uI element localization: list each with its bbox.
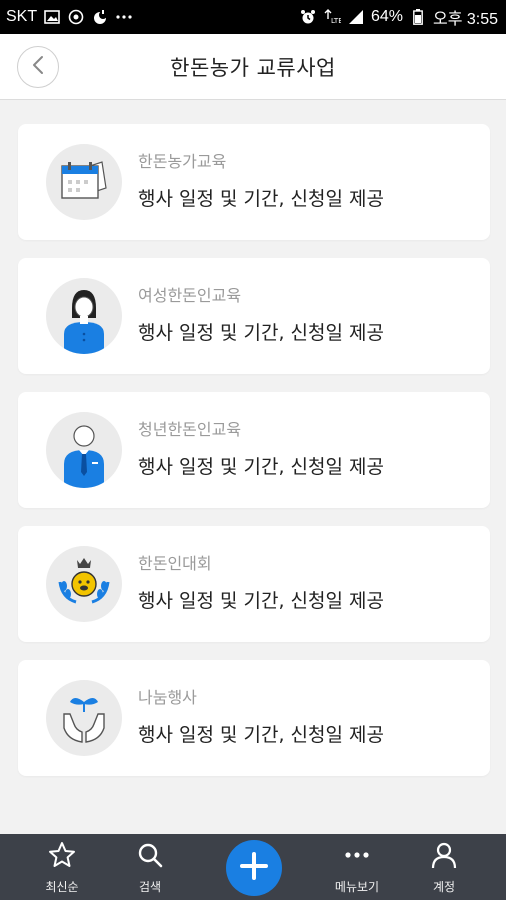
add-button[interactable]: [226, 840, 282, 896]
nav-latest[interactable]: 최신순: [32, 834, 92, 900]
back-button[interactable]: [17, 46, 59, 88]
card-title: 청년한돈인교육: [138, 420, 242, 439]
chevron-left-icon: [31, 55, 45, 79]
location-icon: [67, 8, 85, 26]
more-dots-icon: [115, 8, 133, 26]
nav-label: 계정: [432, 880, 456, 894]
card-title: 한돈농가교육: [138, 152, 227, 171]
nav-label: 최신순: [45, 880, 79, 894]
card-title: 나눔행사: [138, 688, 197, 707]
battery-icon: [409, 8, 427, 26]
clock: 오후 3:55: [432, 11, 498, 28]
trophy-emblem-icon: [46, 546, 122, 622]
status-right: LTE 64% 오후 3:55: [299, 5, 498, 29]
status-left: SKT: [6, 8, 133, 26]
signal-icon: [347, 8, 365, 26]
card-text: 한돈인대회 행사 일정 및 기간, 신청일 제공: [138, 550, 384, 613]
card-text: 여성한돈인교육 행사 일정 및 기간, 신청일 제공: [138, 282, 384, 345]
card-text: 나눔행사 행사 일정 및 기간, 신청일 제공: [138, 684, 384, 747]
card-description: 행사 일정 및 기간, 신청일 제공: [138, 322, 384, 344]
woman-icon: [46, 278, 122, 354]
gallery-icon: [43, 8, 61, 26]
nav-menu[interactable]: 메뉴보기: [322, 834, 392, 900]
more-icon: [342, 840, 372, 874]
nav-account[interactable]: 계정: [414, 834, 474, 900]
plus-icon: [238, 850, 270, 886]
card-description: 행사 일정 및 기간, 신청일 제공: [138, 456, 384, 478]
card-farm-education[interactable]: 한돈농가교육 행사 일정 및 기간, 신청일 제공: [18, 124, 490, 240]
card-description: 행사 일정 및 기간, 신청일 제공: [138, 724, 384, 746]
carrier-label: SKT: [6, 8, 38, 25]
account-icon: [429, 840, 459, 874]
card-description: 행사 일정 및 기간, 신청일 제공: [138, 188, 384, 210]
sharing-hands-icon: [46, 680, 122, 756]
card-convention[interactable]: 한돈인대회 행사 일정 및 기간, 신청일 제공: [18, 526, 490, 642]
program-list: 한돈농가교육 행사 일정 및 기간, 신청일 제공 여성한돈인교육 행사 일정 …: [18, 124, 490, 794]
star-icon: [47, 840, 77, 874]
card-text: 청년한돈인교육 행사 일정 및 기간, 신청일 제공: [138, 416, 384, 479]
man-icon: [46, 412, 122, 488]
nav-label: 검색: [138, 880, 162, 894]
moon-icon: [91, 8, 109, 26]
page-title: 한돈농가 교류사업: [170, 55, 336, 80]
card-women-education[interactable]: 여성한돈인교육 행사 일정 및 기간, 신청일 제공: [18, 258, 490, 374]
card-sharing-event[interactable]: 나눔행사 행사 일정 및 기간, 신청일 제공: [18, 660, 490, 776]
battery-percent: 64%: [370, 8, 403, 25]
lte-icon: LTE: [323, 8, 341, 26]
card-youth-education[interactable]: 청년한돈인교육 행사 일정 및 기간, 신청일 제공: [18, 392, 490, 508]
app-header: 한돈농가 교류사업: [0, 34, 506, 100]
card-description: 행사 일정 및 기간, 신청일 제공: [138, 590, 384, 612]
nav-search[interactable]: 검색: [120, 834, 180, 900]
calendar-icon: [46, 144, 122, 220]
svg-text:LTE: LTE: [331, 17, 341, 25]
nav-label: 메뉴보기: [334, 880, 380, 894]
search-icon: [135, 840, 165, 874]
card-text: 한돈농가교육 행사 일정 및 기간, 신청일 제공: [138, 148, 384, 211]
status-bar: SKT LTE 64% 오후 3:55: [0, 0, 506, 34]
card-title: 여성한돈인교육: [138, 286, 242, 305]
alarm-icon: [299, 8, 317, 26]
card-title: 한돈인대회: [138, 554, 212, 573]
